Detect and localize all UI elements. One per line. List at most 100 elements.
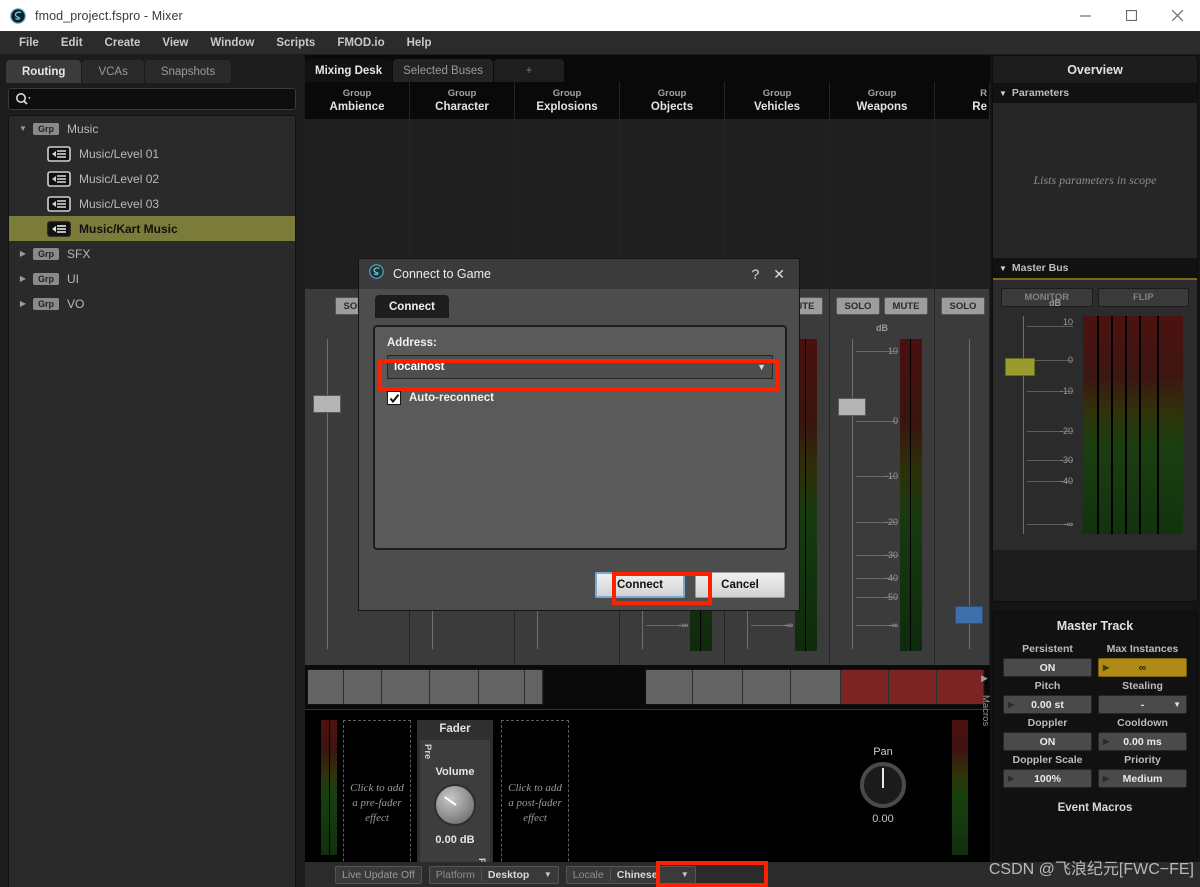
chevron-down-icon[interactable]: ▼	[1173, 700, 1181, 709]
tree-item-sfx[interactable]: ▶ Grp SFX	[9, 241, 295, 266]
mixer-strip-weapons[interactable]: SOLO MUTE dB 10 0 -10 -20 -30 -40 -50 -∞	[830, 119, 935, 665]
close-icon[interactable]	[1154, 0, 1200, 31]
tree-item-music-level-02[interactable]: Music/Level 02	[9, 166, 295, 191]
auto-reconnect-checkbox[interactable]	[387, 391, 401, 405]
chevron-down-icon[interactable]: ▼	[13, 124, 33, 133]
input-meter	[321, 720, 337, 855]
chevron-right-icon[interactable]: ▶	[13, 299, 33, 308]
maximize-icon[interactable]	[1108, 0, 1154, 31]
close-icon[interactable]: ✕	[769, 266, 799, 283]
field-value-pitch[interactable]: ▶ 0.00 st	[1003, 695, 1092, 714]
chevron-down-icon[interactable]: ▼	[675, 870, 695, 879]
menu-window[interactable]: Window	[199, 34, 265, 52]
tab-connect[interactable]: Connect	[375, 295, 449, 318]
menu-view[interactable]: View	[151, 34, 199, 52]
field-value-stealing[interactable]: - ▼	[1098, 695, 1187, 714]
column-header-explosions[interactable]: Group Explosions	[515, 82, 620, 119]
group-badge: Grp	[33, 297, 60, 310]
master-bus-fader-handle[interactable]	[1005, 358, 1035, 376]
connect-button[interactable]: Connect	[595, 572, 685, 598]
fader-handle[interactable]	[838, 398, 866, 416]
flip-button[interactable]: FLIP	[1097, 288, 1189, 307]
bus-icon	[47, 145, 71, 162]
tree-item-music-kart-music[interactable]: Music/Kart Music	[9, 216, 295, 241]
volume-label: Volume	[435, 766, 475, 778]
tick-label: -30	[884, 550, 898, 560]
tree-item-vo[interactable]: ▶ Grp VO	[9, 291, 295, 316]
cancel-button[interactable]: Cancel	[695, 572, 785, 598]
menu-create[interactable]: Create	[94, 34, 152, 52]
field-value-doppler[interactable]: ON	[1003, 732, 1092, 751]
field-value-max-instances[interactable]: ▶ ∞	[1098, 658, 1187, 677]
tab-routing[interactable]: Routing	[6, 60, 82, 83]
tree-item-music-level-01[interactable]: Music/Level 01	[9, 141, 295, 166]
locale-selector[interactable]: Locale Chinese ▼	[565, 865, 696, 884]
column-header-vehicles[interactable]: Group Vehicles	[725, 82, 830, 119]
fader-handle[interactable]	[955, 606, 983, 624]
chevron-right-icon[interactable]: ▶	[13, 274, 33, 283]
tree-item-music-level-03[interactable]: Music/Level 03	[9, 191, 295, 216]
field-label-doppler-scale: Doppler Scale	[1012, 754, 1083, 766]
solo-button[interactable]: SOLO	[941, 297, 985, 315]
platform-selector[interactable]: Platform Desktop ▼	[428, 865, 559, 884]
address-combobox[interactable]: localhost ▼	[387, 355, 773, 379]
tab-mixing-desk[interactable]: Mixing Desk	[305, 59, 393, 83]
mixer-strip-return[interactable]: SOLO	[935, 119, 990, 665]
column-header-character[interactable]: Group Character	[410, 82, 515, 119]
parameters-header-label: Parameters	[1011, 87, 1070, 99]
column-header-return[interactable]: R Re	[935, 82, 990, 119]
pan-knob[interactable]	[860, 762, 906, 808]
output-meter	[952, 720, 968, 855]
monitor-button[interactable]: MONITOR	[1001, 288, 1093, 307]
menu-scripts[interactable]: Scripts	[265, 34, 326, 52]
tab-snapshots[interactable]: Snapshots	[144, 60, 232, 83]
chevron-right-icon[interactable]: ▶	[13, 249, 33, 258]
field-value-priority[interactable]: ▶ Medium	[1098, 769, 1187, 788]
column-name: Re	[972, 101, 987, 113]
chevron-down-icon[interactable]: ▼	[999, 89, 1007, 98]
column-header-objects[interactable]: Group Objects	[620, 82, 725, 119]
menu-help[interactable]: Help	[396, 34, 443, 52]
auto-reconnect-row[interactable]: Auto-reconnect	[387, 391, 773, 405]
macros-tab[interactable]: ▶ Macros	[980, 673, 993, 815]
mute-button[interactable]: MUTE	[884, 297, 928, 315]
chevron-right-icon[interactable]: ▶	[981, 673, 988, 684]
level-meter	[900, 339, 922, 651]
menu-fmodio[interactable]: FMOD.io	[326, 34, 395, 52]
tree-item-ui[interactable]: ▶ Grp UI	[9, 266, 295, 291]
field-value-cooldown[interactable]: ▶ 0.00 ms	[1098, 732, 1187, 751]
dialog-connect-pane: Address: localhost ▼ Auto-reconnect	[373, 325, 787, 550]
solo-button[interactable]: SOLO	[836, 297, 880, 315]
master-bus-section-header[interactable]: ▼ Master Bus	[993, 258, 1197, 278]
menu-file[interactable]: File	[8, 34, 50, 52]
tab-vcas[interactable]: VCAs	[82, 60, 144, 83]
chevron-down-icon[interactable]: ▼	[999, 264, 1007, 273]
tree-item-music[interactable]: ▼ Grp Music	[9, 116, 295, 141]
add-tab-button[interactable]: +	[494, 59, 565, 83]
column-header-ambience[interactable]: Group Ambience	[305, 82, 410, 119]
tick-label: -∞	[678, 620, 688, 630]
chevron-down-icon[interactable]: ▼	[538, 870, 558, 879]
pan-control[interactable]: Pan 0.00	[848, 746, 918, 825]
column-header-weapons[interactable]: Group Weapons	[830, 82, 935, 119]
chevron-down-icon[interactable]: ▼	[757, 362, 766, 372]
minimize-icon[interactable]	[1062, 0, 1108, 31]
field-value-persistent[interactable]: ON	[1003, 658, 1092, 677]
live-update-button[interactable]: Live Update Off	[335, 865, 422, 884]
field-value-doppler-scale[interactable]: ▶ 100%	[1003, 769, 1092, 788]
parameters-empty-text: Lists parameters in scope	[1033, 173, 1157, 187]
routing-tree[interactable]: ▼ Grp Music Music/Level 01 Music/Level 0…	[8, 115, 296, 887]
play-caret-icon: ▶	[1008, 774, 1015, 783]
help-icon[interactable]: ?	[741, 266, 769, 282]
strip-fader-area: SOLO MUTE dB 10 0 -10 -20 -30 -40 -50	[830, 289, 934, 665]
fader-handle[interactable]	[313, 395, 341, 413]
menu-edit[interactable]: Edit	[50, 34, 94, 52]
routing-overview-strip[interactable]	[305, 665, 990, 709]
dialog-title: Connect to Game	[393, 267, 491, 281]
volume-knob[interactable]	[434, 784, 476, 826]
search-input[interactable]	[8, 88, 296, 110]
tab-selected-buses[interactable]: Selected Buses	[393, 59, 494, 83]
parameters-section-header[interactable]: ▼ Parameters	[993, 83, 1197, 103]
address-label: Address:	[387, 337, 437, 349]
group-badge: Grp	[33, 272, 60, 285]
